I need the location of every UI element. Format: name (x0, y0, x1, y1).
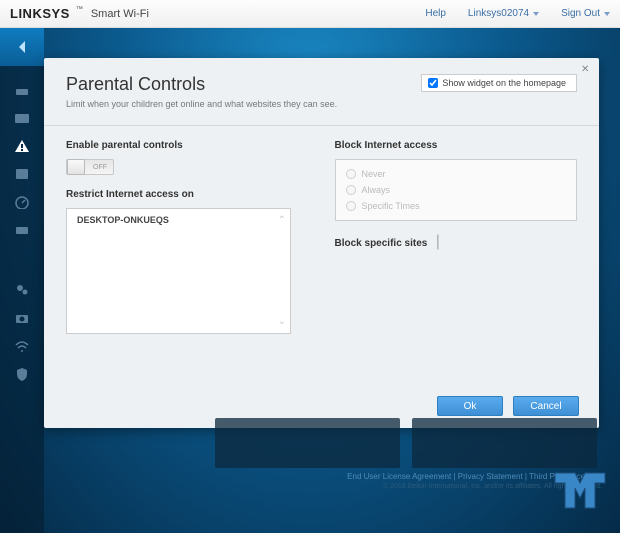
background-cards (215, 418, 597, 468)
panel-header: Parental Controls Limit when your childr… (44, 58, 599, 119)
sidebar-item-devices[interactable] (0, 104, 44, 132)
show-widget-input[interactable] (428, 78, 438, 88)
sidebar-item-storage[interactable] (0, 216, 44, 244)
topbar: LINKSYS ™ Smart Wi-Fi Help Linksys02074 … (0, 0, 620, 28)
show-widget-checkbox[interactable]: Show widget on the homepage (421, 74, 577, 92)
sidebar-item-wifi[interactable] (0, 332, 44, 360)
device-item[interactable]: DESKTOP-ONKUEQS (67, 209, 290, 231)
restrict-label: Restrict Internet access on (66, 189, 309, 200)
radio-never[interactable]: Never (346, 166, 567, 182)
block-access-options: Never Always Specific Times (335, 159, 578, 221)
radio-specific[interactable]: Specific Times (346, 198, 567, 214)
caret-down-icon (533, 12, 539, 16)
sidebar-item-security[interactable] (0, 360, 44, 388)
brand-logo: LINKSYS (10, 6, 70, 21)
tweaktown-badge-icon (550, 468, 610, 513)
eula-link[interactable]: End User License Agreement (347, 472, 451, 481)
parental-controls-panel: ✕ Parental Controls Limit when your chil… (44, 58, 599, 428)
sidebar (0, 66, 44, 533)
bg-card (412, 418, 597, 468)
block-sites-row: Block specific sites | (335, 233, 578, 251)
sidebar-item-camera[interactable] (0, 304, 44, 332)
signout-menu[interactable]: Sign Out (561, 8, 610, 19)
block-sites-label: Block specific sites (335, 238, 428, 249)
left-column: Enable parental controls OFF Restrict In… (66, 140, 309, 334)
device-listbox[interactable]: DESKTOP-ONKUEQS ⌃ ⌄ (66, 208, 291, 334)
sidebar-item-router[interactable] (0, 76, 44, 104)
help-link[interactable]: Help (425, 8, 446, 19)
topbar-right: Help Linksys02074 Sign Out (425, 8, 610, 19)
trademark: ™ (76, 6, 83, 13)
scroll-up-icon[interactable]: ⌃ (278, 215, 286, 226)
account-menu[interactable]: Linksys02074 (468, 8, 539, 19)
panel-body: Enable parental controls OFF Restrict In… (44, 126, 599, 348)
sidebar-item-media[interactable] (0, 160, 44, 188)
panel-subtitle: Limit when your children get online and … (66, 99, 337, 109)
scroll-down-icon[interactable]: ⌄ (278, 316, 286, 327)
brand: LINKSYS ™ Smart Wi-Fi (10, 6, 149, 21)
right-column: Block Internet access Never Always Speci… (335, 140, 578, 334)
brand-subtitle: Smart Wi-Fi (91, 8, 149, 20)
privacy-link[interactable]: Privacy Statement (458, 472, 523, 481)
panel-title: Parental Controls (66, 74, 337, 95)
sidebar-item-speed[interactable] (0, 188, 44, 216)
pipe-divider: | (436, 233, 440, 250)
radio-always[interactable]: Always (346, 182, 567, 198)
cancel-button[interactable]: Cancel (513, 396, 579, 416)
enable-toggle[interactable]: OFF (66, 159, 114, 175)
panel-footer: Ok Cancel (437, 396, 579, 416)
close-button[interactable]: ✕ (581, 64, 591, 74)
ok-button[interactable]: Ok (437, 396, 503, 416)
chevron-left-icon (17, 40, 27, 54)
app-body: ✕ Parental Controls Limit when your chil… (0, 28, 620, 533)
sidebar-item-settings[interactable] (0, 276, 44, 304)
back-button[interactable] (0, 28, 44, 66)
toggle-knob (67, 159, 85, 175)
sidebar-item-parental[interactable] (0, 132, 44, 160)
bg-card (215, 418, 400, 468)
block-access-label: Block Internet access (335, 140, 578, 151)
enable-label: Enable parental controls (66, 140, 309, 151)
caret-down-icon (604, 12, 610, 16)
